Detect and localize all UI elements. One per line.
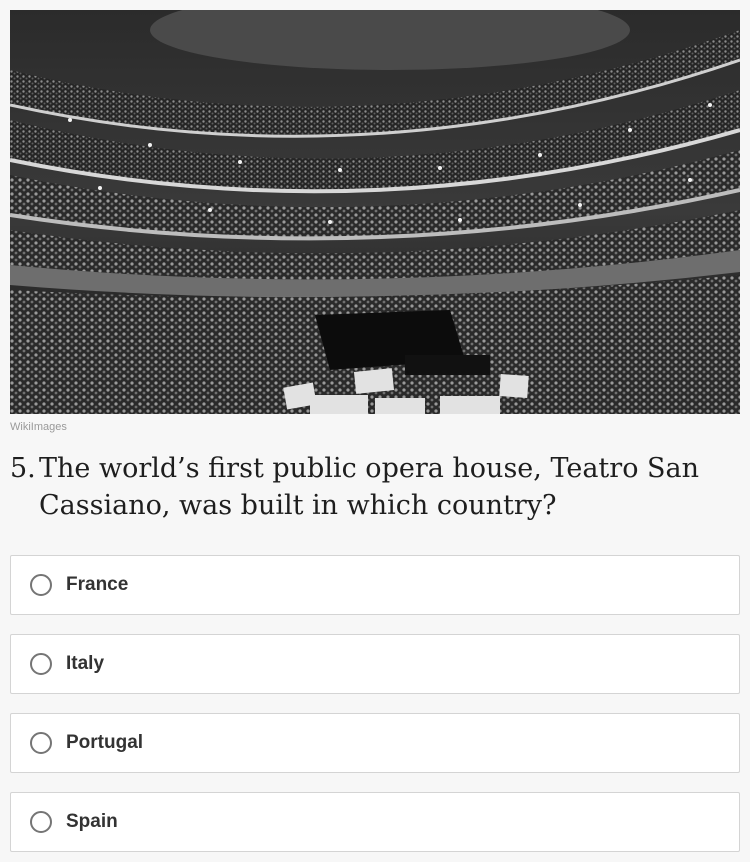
answer-option-label: Spain xyxy=(66,811,118,832)
question-text: The world’s first public opera house, Te… xyxy=(39,453,700,521)
radio-button-icon[interactable] xyxy=(30,811,52,833)
image-credit: WikiImages xyxy=(10,421,67,433)
answer-option-label: France xyxy=(66,574,129,595)
opera-house-photo xyxy=(10,10,740,414)
radio-button-icon[interactable] xyxy=(30,574,52,596)
answer-option-label: Italy xyxy=(66,653,105,674)
radio-button-icon[interactable] xyxy=(30,732,52,754)
question-number: 5. xyxy=(10,453,36,484)
answer-options: France Italy Portugal Spain xyxy=(10,555,740,862)
answer-option-portugal[interactable]: Portugal xyxy=(10,713,740,773)
answer-option-spain[interactable]: Spain xyxy=(10,792,740,852)
radio-button-icon[interactable] xyxy=(30,653,52,675)
answer-option-italy[interactable]: Italy xyxy=(10,634,740,694)
answer-option-france[interactable]: France xyxy=(10,555,740,615)
question-heading: 5. The world’s first public opera house,… xyxy=(10,450,730,524)
answer-option-label: Portugal xyxy=(66,732,144,753)
quiz-question-card: WikiImages 5. The world’s first public o… xyxy=(0,0,750,862)
